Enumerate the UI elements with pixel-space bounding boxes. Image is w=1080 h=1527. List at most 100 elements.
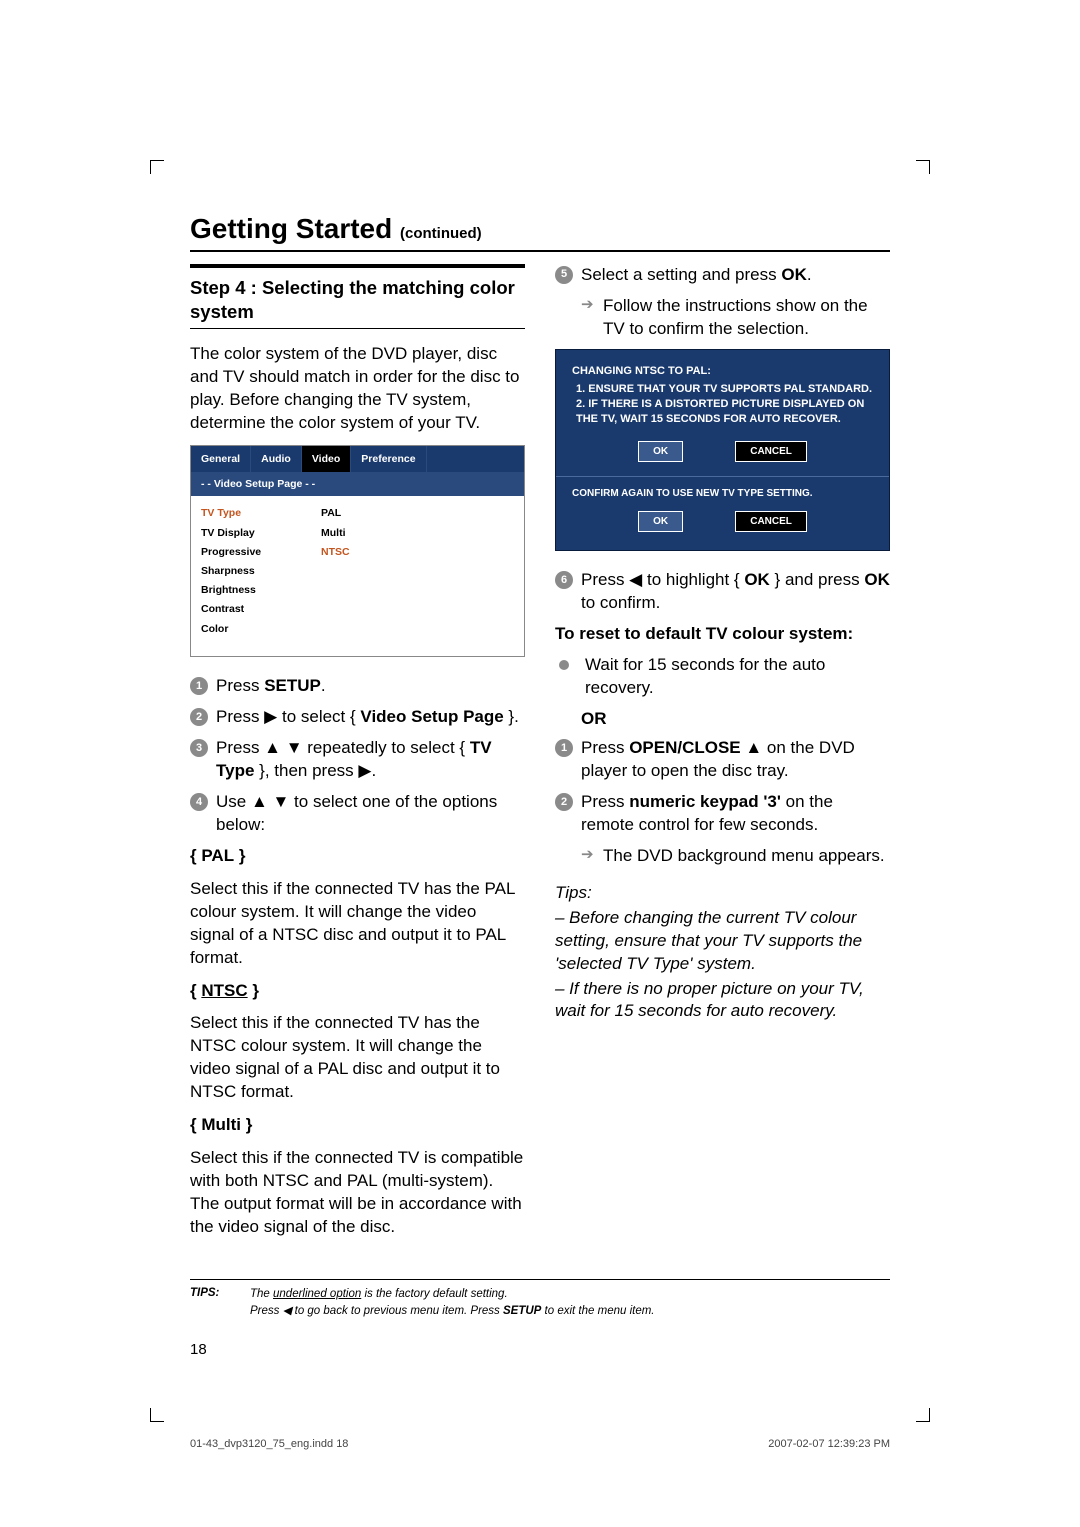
step-5: 5 Select a setting and press OK. <box>555 264 890 287</box>
ft-2c: to exit the menu item. <box>541 1305 654 1317</box>
tips-head: Tips: <box>555 882 890 905</box>
title-continued: (continued) <box>400 225 482 242</box>
menu-item: TV Display <box>201 523 321 542</box>
reset1-bold: OPEN/CLOSE ▲ <box>629 738 762 757</box>
step-body: Press SETUP. <box>216 675 525 698</box>
reset-step-2: 2 Press numeric keypad '3' on the remote… <box>555 791 890 837</box>
menu-item: Brightness <box>201 581 321 600</box>
ok-button-2[interactable]: OK <box>638 511 683 533</box>
menu-item: Color <box>201 619 321 638</box>
dialog-separator <box>556 476 889 477</box>
step-body: Use ▲ ▼ to select one of the options bel… <box>216 791 525 837</box>
intro-paragraph: The color system of the DVD player, disc… <box>190 343 525 435</box>
dialog-line1: 1. ENSURE THAT YOUR TV SUPPORTS PAL STAN… <box>576 382 873 397</box>
dialog-line2: 2. IF THERE IS A DISTORTED PICTURE DISPL… <box>576 397 873 427</box>
step-body: Press ▲ ▼ repeatedly to select { TV Type… <box>216 737 525 783</box>
step-number-icon: 1 <box>190 677 208 695</box>
ft-1a: The <box>250 1288 273 1300</box>
crop-mark <box>150 160 164 174</box>
reset2-sub-text: The DVD background menu appears. <box>603 845 885 868</box>
option-head: { Multi } <box>190 1114 525 1137</box>
reset2-pre: Press <box>581 792 629 811</box>
arrow-right-icon: ➔ <box>581 295 599 341</box>
imprint-date: 2007-02-07 12:39:23 PM <box>768 1437 890 1452</box>
right-column: 5 Select a setting and press OK. ➔ Follo… <box>555 264 890 1249</box>
cancel-button-2[interactable]: CANCEL <box>735 511 807 533</box>
reset-step-1: 1 Press OPEN/CLOSE ▲ on the DVD player t… <box>555 737 890 783</box>
menu-value: Multi <box>321 523 350 542</box>
menu-item: Progressive <box>201 542 321 561</box>
crop-mark <box>916 160 930 174</box>
reset2-bold: numeric keypad '3' <box>629 792 781 811</box>
step6-mid: } and press <box>770 570 865 589</box>
option-body: Select this if the connected TV is compa… <box>190 1147 525 1239</box>
step-number-icon: 2 <box>555 793 573 811</box>
option-head: { NTSC } <box>190 980 525 1003</box>
step-1: 1 Press SETUP. <box>190 675 525 698</box>
tips-1: – Before changing the current TV colour … <box>555 907 890 976</box>
cancel-button[interactable]: CANCEL <box>735 441 807 463</box>
step-body: Press ▶ to select { Video Setup Page }. <box>216 706 525 729</box>
menu-value: PAL <box>321 504 350 523</box>
step-5-sub-text: Follow the instructions show on the TV t… <box>603 295 890 341</box>
ok-bold-2: OK <box>864 570 890 589</box>
tab-video: Video <box>302 446 351 472</box>
ft-1b: is the factory default setting. <box>361 1288 507 1300</box>
ok-button[interactable]: OK <box>638 441 683 463</box>
video-setup-menu: General Audio Video Preference - - Video… <box>190 445 525 658</box>
step-number-icon: 5 <box>555 266 573 284</box>
bullet-dot-icon <box>559 660 569 670</box>
dialog-confirm-text: CONFIRM AGAIN TO USE NEW TV TYPE SETTING… <box>572 487 873 501</box>
ok-bold: OK <box>744 570 770 589</box>
tab-preference: Preference <box>351 446 426 472</box>
tab-audio: Audio <box>251 446 302 472</box>
title-text: Getting Started <box>190 213 392 244</box>
ft-setup-bold: SETUP <box>503 1305 541 1317</box>
menu-item: Contrast <box>201 600 321 619</box>
footer-tips: TIPS: The underlined option is the facto… <box>190 1279 890 1321</box>
reset-step-2-sub: ➔ The DVD background menu appears. <box>581 845 890 868</box>
step-number-icon: 6 <box>555 571 573 589</box>
arrow-right-icon: ➔ <box>581 845 599 868</box>
step-number-icon: 1 <box>555 739 573 757</box>
step-number-icon: 4 <box>190 793 208 811</box>
menu-item: TV Type <box>201 504 321 523</box>
step-3: 3 Press ▲ ▼ repeatedly to select { TV Typ… <box>190 737 525 783</box>
step-number-icon: 3 <box>190 739 208 757</box>
left-column: Step 4 : Selecting the matching color sy… <box>190 264 525 1249</box>
ntsc-pal-dialog: CHANGING NTSC TO PAL: 1. ENSURE THAT YOU… <box>555 349 890 552</box>
tips-block: Tips: – Before changing the current TV c… <box>555 882 890 1024</box>
step-2: 2 Press ▶ to select { Video Setup Page }. <box>190 706 525 729</box>
ft-2a: Press ◀ to go back to previous menu item… <box>250 1305 503 1317</box>
or-label: OR <box>581 708 890 731</box>
option-body: Select this if the connected TV has the … <box>190 1012 525 1104</box>
reset-wait: Wait for 15 seconds for the auto recover… <box>555 654 890 700</box>
reset-heading: To reset to default TV colour system: <box>555 623 890 646</box>
ok-bold: OK <box>781 265 807 284</box>
step6-post: to confirm. <box>581 593 660 612</box>
menu-item: Sharpness <box>201 562 321 581</box>
menu-subhead: - - Video Setup Page - - <box>191 472 524 496</box>
reset1-pre: Press <box>581 738 629 757</box>
imprint-file: 01-43_dvp3120_75_eng.indd 18 <box>190 1437 348 1452</box>
ft-underlined: underlined option <box>273 1288 361 1300</box>
crop-mark <box>150 1408 164 1422</box>
step-number-icon: 2 <box>190 708 208 726</box>
tips-2: – If there is no proper picture on your … <box>555 978 890 1024</box>
step-5-sub: ➔ Follow the instructions show on the TV… <box>581 295 890 341</box>
reset-wait-text: Wait for 15 seconds for the auto recover… <box>585 654 890 700</box>
step-text: Select a setting and press <box>581 265 781 284</box>
step6-text: Press ◀ to highlight { <box>581 570 744 589</box>
step-4: 4 Use ▲ ▼ to select one of the options be… <box>190 791 525 837</box>
menu-value: NTSC <box>321 542 350 561</box>
page-title: Getting Started (continued) <box>190 210 890 252</box>
crop-mark <box>916 1408 930 1422</box>
option-head: { PAL } <box>190 845 525 868</box>
tab-general: General <box>191 446 251 472</box>
rule <box>190 264 525 268</box>
step4-heading: Step 4 : Selecting the matching color sy… <box>190 270 525 329</box>
step-text-end: . <box>807 265 812 284</box>
footer-tips-label: TIPS: <box>190 1286 250 1321</box>
option-body: Select this if the connected TV has the … <box>190 878 525 970</box>
dialog-title: CHANGING NTSC TO PAL: <box>572 364 873 379</box>
